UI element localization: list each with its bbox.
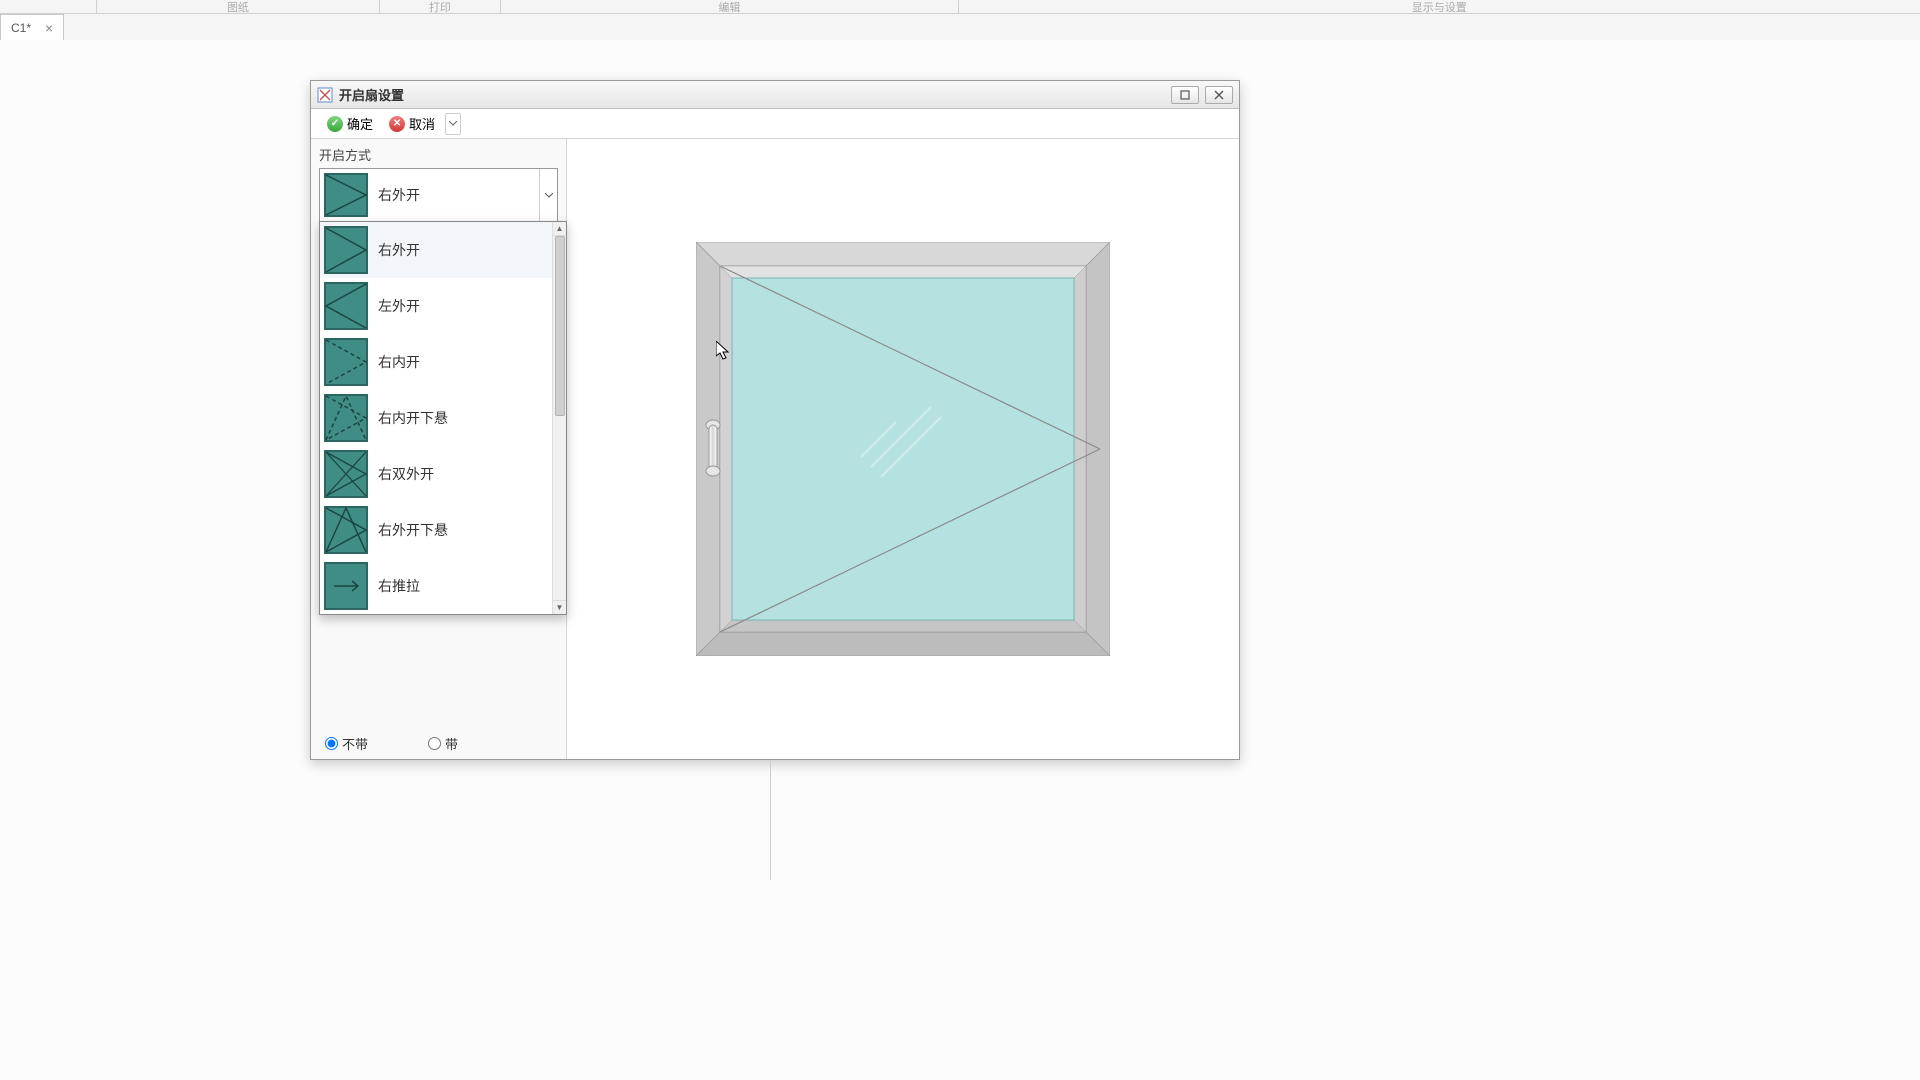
document-tab[interactable]: C1* × — [0, 14, 64, 40]
opening-type-combo[interactable]: 右外开 — [319, 168, 558, 222]
app-toolbar: 图纸 打印 编辑 显示与设置 — [0, 0, 1920, 14]
option-label: 右外开 — [368, 240, 548, 260]
opening-type-label: 开启方式 — [319, 145, 558, 164]
option-right-in[interactable]: 右内开 — [320, 334, 552, 390]
footer-divider — [770, 760, 771, 880]
combo-selected-label: 右外开 — [368, 185, 539, 205]
dropdown-list: 右外开 左外开 右内开 右内开下悬 — [320, 222, 552, 614]
dialog-title: 开启扇设置 — [339, 85, 1171, 104]
toolbar-section-view[interactable]: 显示与设置 — [959, 0, 1920, 13]
toolbar-section-print[interactable]: 打印 — [380, 0, 502, 13]
option-label: 右内开下悬 — [368, 408, 548, 428]
dialog-title-bar[interactable]: 开启扇设置 — [311, 81, 1239, 109]
preview-panel — [567, 139, 1239, 759]
opening-thumb-icon — [324, 393, 368, 443]
opening-thumb-icon — [324, 561, 368, 611]
x-icon: ✕ — [389, 116, 405, 132]
option-right-out-down[interactable]: 右外开下悬 — [320, 502, 552, 558]
opening-thumb-icon — [324, 449, 368, 499]
accessory-radio-group: 不带 带 — [325, 734, 458, 753]
toolbar-section — [0, 0, 97, 13]
close-icon[interactable]: × — [45, 20, 53, 36]
radio-with[interactable]: 带 — [428, 734, 458, 753]
button-dropdown[interactable] — [445, 113, 461, 135]
option-label: 右内开 — [368, 352, 548, 372]
dropdown-scrollbar[interactable]: ▲ ▼ — [552, 222, 566, 614]
option-right-double-out[interactable]: 右双外开 — [320, 446, 552, 502]
option-left-out[interactable]: 左外开 — [320, 278, 552, 334]
dialog-body: 开启方式 右外开 右外开 — [311, 139, 1239, 759]
radio-input[interactable] — [325, 737, 338, 750]
option-right-slide[interactable]: 右推拉 — [320, 558, 552, 614]
window-preview — [696, 242, 1110, 656]
opening-thumb-icon — [324, 337, 368, 387]
ok-button[interactable]: ✓ 确定 — [321, 112, 379, 135]
document-tab-label: C1* — [11, 21, 31, 35]
toolbar-section-edit[interactable]: 编辑 — [501, 0, 958, 13]
radio-input[interactable] — [428, 737, 441, 750]
options-panel: 开启方式 右外开 右外开 — [311, 139, 567, 759]
option-label: 右双外开 — [368, 464, 548, 484]
toolbar-section-draw[interactable]: 图纸 — [97, 0, 379, 13]
maximize-button[interactable] — [1171, 86, 1199, 104]
scroll-down-icon[interactable]: ▼ — [553, 600, 566, 614]
check-icon: ✓ — [327, 116, 343, 132]
opening-thumb-icon — [324, 225, 368, 275]
option-label: 右外开下悬 — [368, 520, 548, 540]
chevron-down-icon — [539, 169, 557, 221]
opening-thumb-icon — [324, 173, 368, 217]
scroll-up-icon[interactable]: ▲ — [553, 222, 566, 236]
opening-thumb-icon — [324, 505, 368, 555]
option-right-in-down[interactable]: 右内开下悬 — [320, 390, 552, 446]
opening-type-dropdown: 右外开 左外开 右内开 右内开下悬 — [319, 221, 567, 615]
close-button[interactable] — [1205, 86, 1233, 104]
app-icon — [317, 87, 333, 103]
option-label: 左外开 — [368, 296, 548, 316]
document-tab-bar: C1* × — [0, 14, 1920, 40]
sash-settings-dialog: 开启扇设置 ✓ 确定 ✕ 取消 开启方式 右外开 — [310, 80, 1240, 760]
option-right-out[interactable]: 右外开 — [320, 222, 552, 278]
scroll-thumb[interactable] — [555, 236, 565, 416]
workspace: 开启扇设置 ✓ 确定 ✕ 取消 开启方式 右外开 — [0, 40, 1920, 1080]
option-label: 右推拉 — [368, 576, 548, 596]
opening-thumb-icon — [324, 281, 368, 331]
radio-without[interactable]: 不带 — [325, 734, 368, 753]
cancel-button[interactable]: ✕ 取消 — [383, 112, 441, 135]
dialog-button-row: ✓ 确定 ✕ 取消 — [311, 109, 1239, 139]
